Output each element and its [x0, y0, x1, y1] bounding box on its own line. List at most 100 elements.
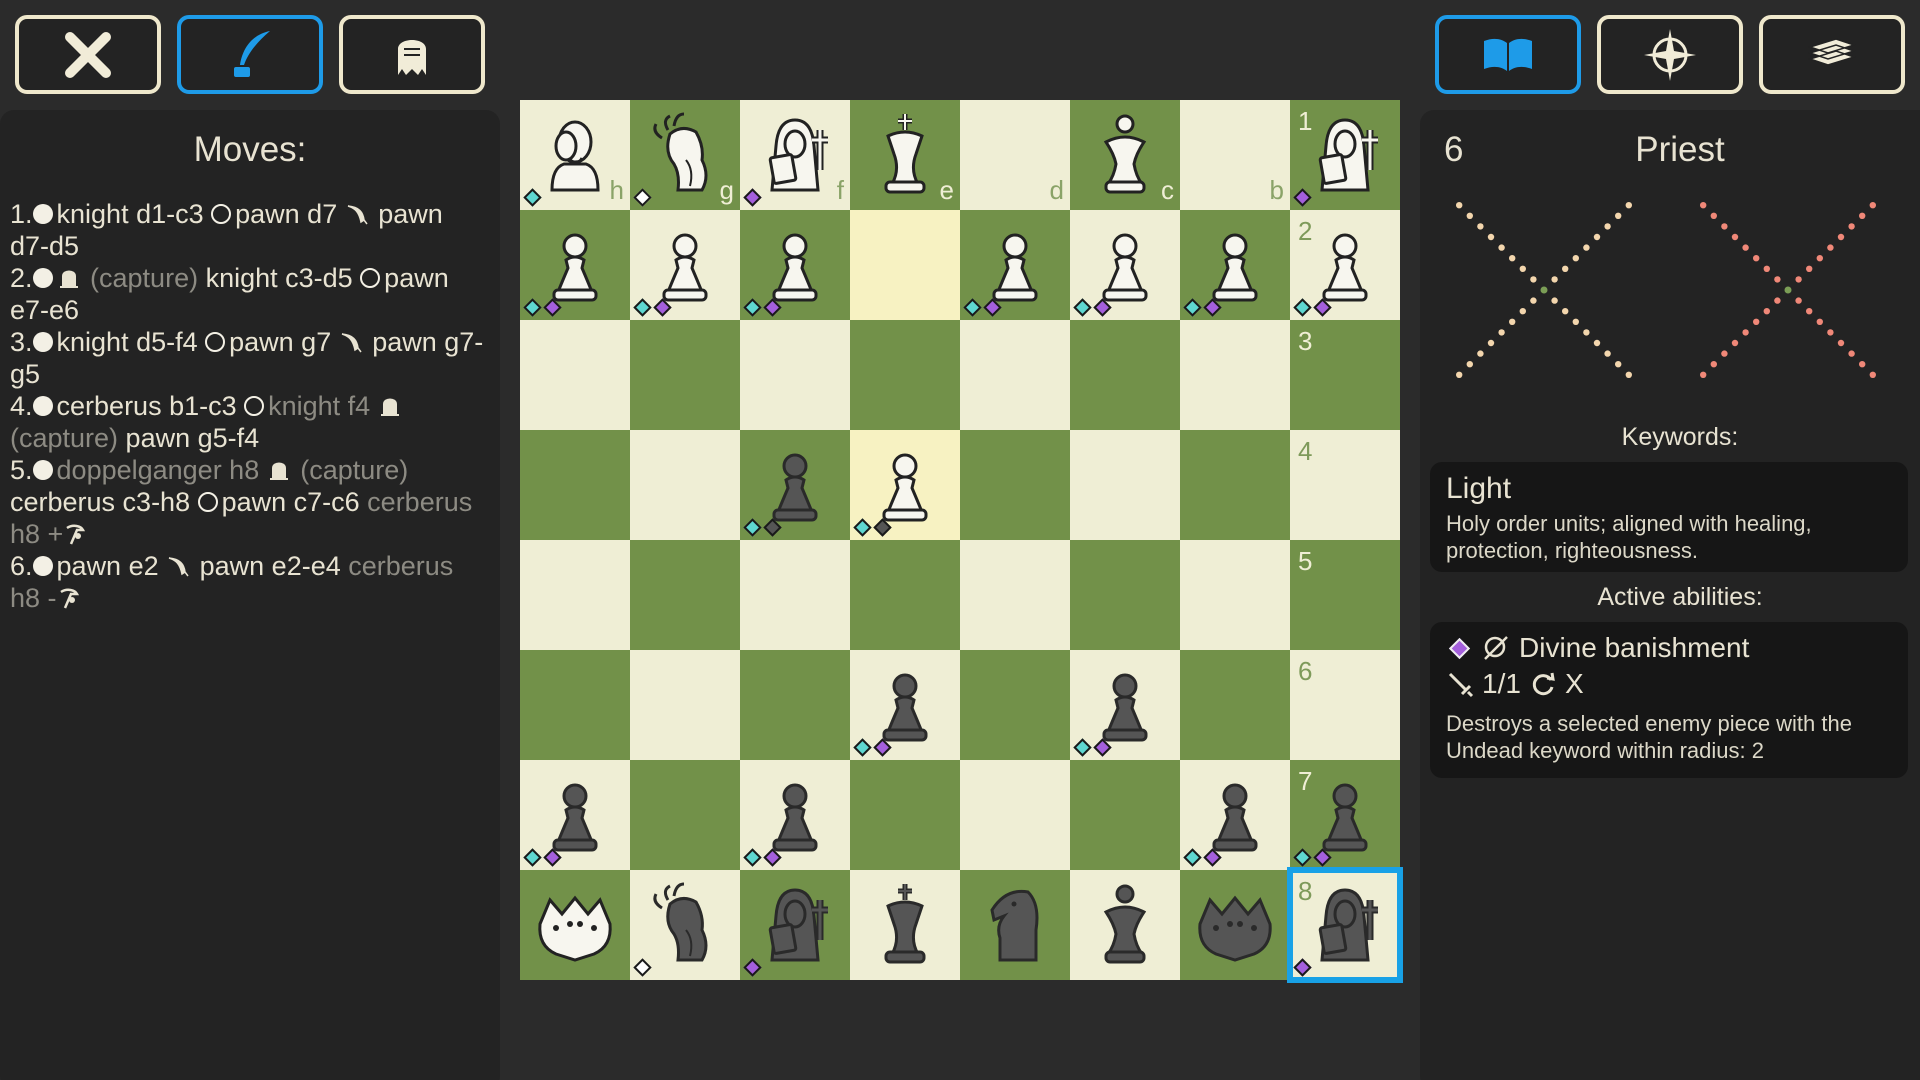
cards-button[interactable]	[1759, 15, 1905, 94]
rank-label: 1	[1298, 106, 1313, 136]
board-square[interactable]	[520, 650, 630, 760]
board-square[interactable]	[1070, 430, 1180, 540]
board-square[interactable]	[960, 430, 1070, 540]
board-square[interactable]	[520, 320, 630, 430]
board-square[interactable]: 6	[1290, 650, 1400, 760]
board-square[interactable]	[740, 540, 850, 650]
board-square[interactable]	[1070, 540, 1180, 650]
board-square[interactable]	[630, 870, 740, 980]
pattern-dot	[1827, 329, 1834, 336]
move-text: 1.	[10, 199, 33, 229]
board-square[interactable]	[960, 870, 1070, 980]
keyword-title: Light	[1446, 472, 1512, 505]
board-square[interactable]	[740, 760, 850, 870]
board-square[interactable]: b	[1180, 100, 1290, 210]
board-square[interactable]	[1180, 320, 1290, 430]
white-pawn-icon	[1212, 233, 1258, 302]
rank-label: 7	[1298, 766, 1313, 796]
board-square[interactable]: 8	[1287, 867, 1403, 983]
board-square[interactable]: 2	[1290, 210, 1400, 320]
white-side-dot-icon	[32, 268, 53, 288]
board-square[interactable]	[960, 210, 1070, 320]
board-square[interactable]	[1180, 210, 1290, 320]
move-entry[interactable]: 4. cerberus b1-c3 knight f4 (capture) paw…	[10, 390, 488, 454]
move-text: pawn g5-f4	[118, 423, 260, 453]
board-square[interactable]	[630, 320, 740, 430]
pattern-dot	[1530, 276, 1537, 283]
board-square[interactable]	[630, 760, 740, 870]
board-square[interactable]	[740, 320, 850, 430]
board-square[interactable]	[520, 540, 630, 650]
move-entry[interactable]: 3. knight d5-f4 pawn g7 pawn g7-g5	[10, 326, 488, 390]
board-square[interactable]: d	[960, 100, 1070, 210]
move-entry[interactable]: 1. knight d1-c3 pawn d7 pawn d7-d5	[10, 198, 488, 262]
board-square[interactable]	[1070, 870, 1180, 980]
game-board[interactable]: h g f e d c b 1 2 3 4 5 6 7 8	[520, 100, 1403, 983]
board-square[interactable]: c	[1070, 100, 1180, 210]
board-square[interactable]	[630, 650, 740, 760]
ability-name: Divine banishment	[1519, 632, 1750, 663]
board-square[interactable]	[850, 760, 960, 870]
pattern-dot	[1837, 233, 1845, 241]
move-entry[interactable]: 6. pawn e2 pawn e2-e4 cerberus h8 -	[10, 550, 488, 614]
board-square[interactable]	[1180, 760, 1290, 870]
board-square[interactable]	[740, 870, 850, 980]
board-square[interactable]: 4	[1290, 430, 1400, 540]
board-square[interactable]	[520, 430, 630, 540]
board-square[interactable]	[960, 540, 1070, 650]
cooldown-icon	[1532, 672, 1555, 696]
board-square[interactable]	[1070, 760, 1180, 870]
compass-button[interactable]	[1597, 15, 1743, 94]
board-square[interactable]	[740, 430, 850, 540]
board-square[interactable]	[520, 760, 630, 870]
board-square[interactable]	[1180, 430, 1290, 540]
black-side-dot-icon	[205, 332, 226, 352]
ability-card[interactable]: Divine banishment 1/1 X Destroys a selec…	[1430, 622, 1908, 778]
banish-icon	[1484, 636, 1508, 660]
black-side-dot-icon	[360, 268, 381, 288]
board-square[interactable]	[1180, 650, 1290, 760]
board-square[interactable]	[630, 210, 740, 320]
pattern-dot	[1519, 308, 1526, 315]
close-button[interactable]	[15, 15, 161, 94]
board-square[interactable]	[850, 430, 960, 540]
move-entry[interactable]: 5. doppelganger h8 (capture) cerberus c3-…	[10, 454, 488, 550]
board-square[interactable]: h	[520, 100, 630, 210]
board-square[interactable]	[1070, 320, 1180, 430]
board-square[interactable]: 5	[1290, 540, 1400, 650]
rulebook-button[interactable]	[1435, 15, 1581, 94]
quill-button[interactable]	[177, 15, 323, 94]
board-square[interactable]: 7	[1290, 760, 1400, 870]
piece-info-panel: Priest 6 Keywords: Light Holy order unit…	[1420, 110, 1920, 1080]
board-square[interactable]	[520, 870, 630, 980]
board-square[interactable]: e	[850, 100, 960, 210]
board-square[interactable]	[1180, 870, 1290, 980]
board-square[interactable]	[850, 650, 960, 760]
move-entry[interactable]: 2. (capture) knight c3-d5 pawn e7-e6	[10, 262, 488, 326]
board-square[interactable]	[960, 650, 1070, 760]
board-square[interactable]	[1070, 650, 1180, 760]
board-square[interactable]	[740, 210, 850, 320]
board-square[interactable]: f	[740, 100, 850, 210]
black-druid-icon	[653, 882, 708, 962]
board-square[interactable]	[1070, 210, 1180, 320]
board-square[interactable]	[1180, 540, 1290, 650]
board-square[interactable]	[850, 210, 960, 320]
board-square[interactable]	[520, 210, 630, 320]
board-square[interactable]	[960, 320, 1070, 430]
board-square[interactable]	[740, 650, 850, 760]
board-square[interactable]	[960, 760, 1070, 870]
board-square[interactable]	[850, 320, 960, 430]
ghost-button[interactable]	[339, 15, 485, 94]
board-square[interactable]	[630, 430, 740, 540]
board-square[interactable]	[850, 540, 960, 650]
pattern-dot	[1774, 297, 1781, 304]
board-square[interactable]	[630, 540, 740, 650]
board-square[interactable]: 1	[1290, 100, 1400, 210]
board-square[interactable]: 3	[1290, 320, 1400, 430]
board-square[interactable]: g	[630, 100, 740, 210]
board-square[interactable]	[850, 870, 960, 980]
move-text: 6.	[10, 551, 33, 581]
rank-label: 5	[1298, 546, 1313, 576]
pattern-dot	[1572, 255, 1579, 262]
